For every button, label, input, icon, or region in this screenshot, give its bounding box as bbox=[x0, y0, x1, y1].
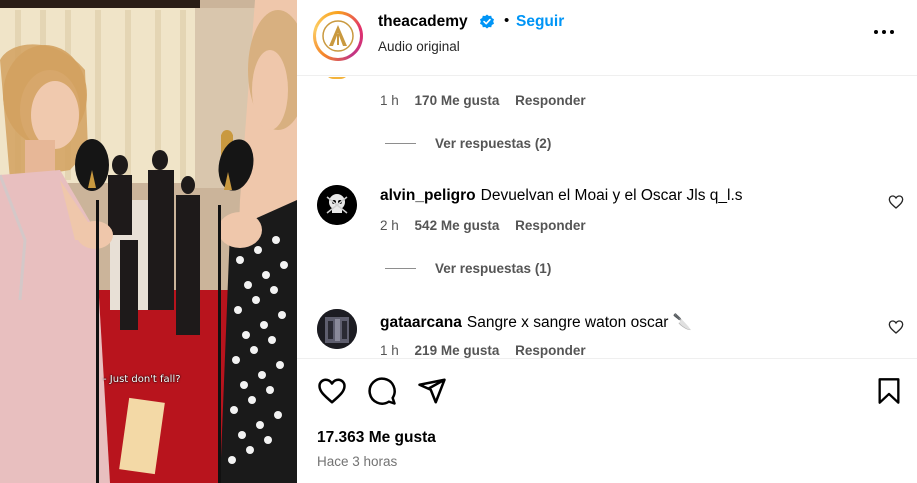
share-icon[interactable] bbox=[417, 376, 447, 406]
skull-icon bbox=[317, 185, 357, 225]
reply-button[interactable]: Responder bbox=[515, 93, 586, 108]
view-replies-button[interactable]: Ver respuestas (1) bbox=[385, 261, 551, 276]
comments-list[interactable]: 1 h 170 Me gusta Responder Ver respuesta… bbox=[297, 77, 917, 358]
comment-heart-icon[interactable] bbox=[888, 319, 904, 335]
comment-username[interactable]: alvin_peligro bbox=[380, 187, 476, 204]
comment-likes[interactable]: 219 Me gusta bbox=[415, 343, 500, 358]
avatar-image bbox=[317, 309, 357, 349]
post-sidebar: theacademy • Seguir Audio original 1 h 1… bbox=[297, 0, 917, 483]
more-horizontal-icon[interactable] bbox=[874, 28, 896, 36]
video-frame bbox=[0, 0, 297, 483]
view-replies-label: Ver respuestas (1) bbox=[435, 261, 552, 276]
comment-heart-icon[interactable] bbox=[888, 194, 904, 210]
comment-avatar[interactable] bbox=[317, 185, 357, 225]
comment-avatar bbox=[324, 77, 350, 79]
comment-body: alvin_peligro Devuelvan el Moai y el Osca… bbox=[380, 187, 743, 205]
comment-meta: 1 h 219 Me gusta Responder bbox=[380, 343, 586, 358]
reply-button[interactable]: Responder bbox=[515, 218, 586, 233]
comment-text: Devuelvan el Moai y el Oscar Jls q_l.s bbox=[480, 187, 743, 204]
post-viewer: - Just don't fall? theacademy • Seguir A… bbox=[0, 0, 917, 483]
comment-meta: 1 h 170 Me gusta Responder bbox=[380, 93, 586, 108]
view-replies-label: Ver respuestas (2) bbox=[435, 136, 552, 151]
comment-username[interactable]: gataarcana bbox=[380, 314, 462, 331]
post-timestamp: Hace 3 horas bbox=[317, 454, 398, 469]
post-actions: 17.363 Me gusta Hace 3 horas bbox=[297, 358, 917, 483]
audio-label[interactable]: Audio original bbox=[378, 39, 460, 54]
follow-button[interactable]: Seguir bbox=[516, 13, 564, 31]
verified-badge-icon bbox=[480, 14, 494, 29]
academy-logo-icon bbox=[322, 20, 354, 52]
bookmark-icon[interactable] bbox=[875, 376, 903, 406]
profile-avatar[interactable] bbox=[313, 11, 363, 61]
video-caption: - Just don't fall? bbox=[103, 374, 181, 385]
comment-likes[interactable]: 170 Me gusta bbox=[415, 93, 500, 108]
video-player[interactable]: - Just don't fall? bbox=[0, 0, 297, 483]
comment-text: Sangre x sangre waton oscar 🔪 bbox=[466, 314, 693, 331]
heart-icon[interactable] bbox=[317, 376, 347, 406]
reply-button[interactable]: Responder bbox=[515, 343, 586, 358]
comment-likes[interactable]: 542 Me gusta bbox=[415, 218, 500, 233]
profile-username[interactable]: theacademy bbox=[378, 13, 468, 31]
view-replies-button[interactable]: Ver respuestas (2) bbox=[385, 136, 551, 151]
header-separator: • bbox=[504, 12, 510, 29]
post-header: theacademy • Seguir Audio original bbox=[297, 0, 917, 76]
comment-icon[interactable] bbox=[367, 376, 397, 406]
comment-time: 2 h bbox=[380, 218, 399, 233]
likes-count[interactable]: 17.363 Me gusta bbox=[317, 429, 436, 447]
comment-meta: 2 h 542 Me gusta Responder bbox=[380, 218, 586, 233]
comment-avatar[interactable] bbox=[317, 309, 357, 349]
comment-time: 1 h bbox=[380, 93, 399, 108]
comment-time: 1 h bbox=[380, 343, 399, 358]
comment-body: gataarcana Sangre x sangre waton oscar 🔪 bbox=[380, 313, 692, 332]
